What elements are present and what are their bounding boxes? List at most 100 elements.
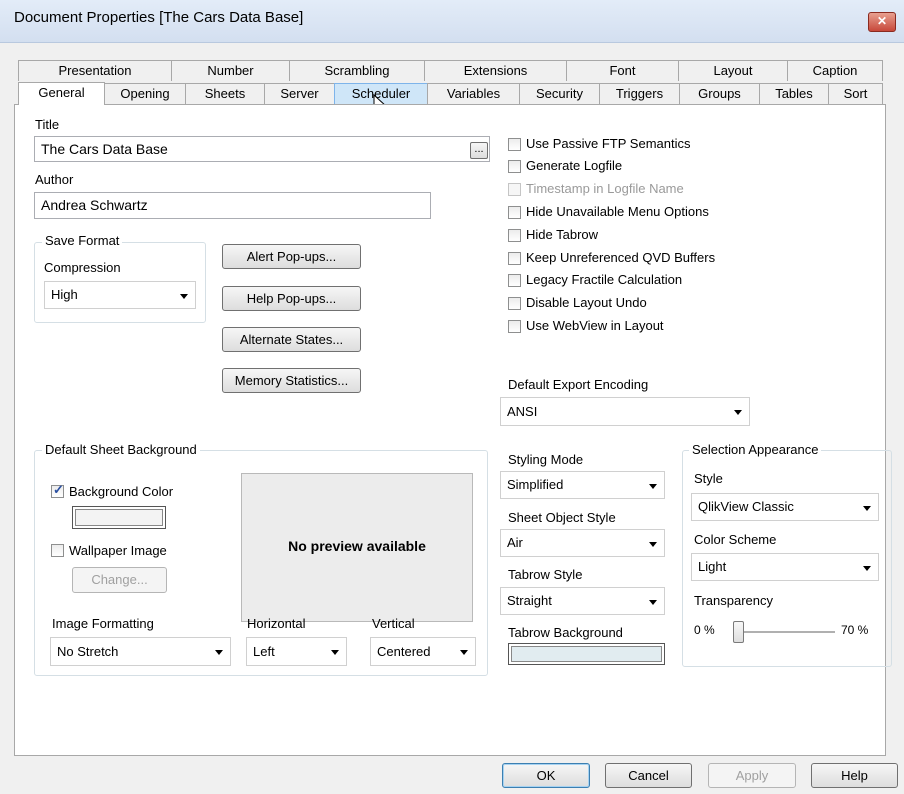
- help-popups-button[interactable]: Help Pop-ups...: [222, 286, 361, 311]
- tab-server[interactable]: Server: [264, 83, 335, 104]
- option-legacy-fractile-checkbox[interactable]: [508, 274, 521, 287]
- title-label: Title: [35, 117, 60, 132]
- option-hide-unavailable-menu-checkbox[interactable]: [508, 206, 521, 219]
- wallpaper-preview: No preview available: [241, 473, 473, 622]
- tab-extensions[interactable]: Extensions: [424, 60, 567, 81]
- alternate-states-button[interactable]: Alternate States...: [222, 327, 361, 352]
- transparency-slider-track[interactable]: [733, 631, 835, 634]
- option-disable-undo-checkbox[interactable]: [508, 297, 521, 310]
- author-field[interactable]: Andrea Schwartz: [34, 192, 431, 219]
- export-encoding-value: ANSI: [507, 404, 538, 419]
- styling-mode-label: Styling Mode: [508, 452, 584, 467]
- tab-tables[interactable]: Tables: [759, 83, 829, 104]
- transparency-label: Transparency: [694, 593, 773, 608]
- tabrow-background-label: Tabrow Background: [508, 625, 623, 640]
- wallpaper-image-label: Wallpaper Image: [69, 543, 167, 558]
- title-browse-button[interactable]: ...: [470, 142, 488, 159]
- transparency-slider-thumb[interactable]: [733, 621, 744, 643]
- option-legacy-fractile-label: Legacy Fractile Calculation: [526, 272, 683, 287]
- close-icon[interactable]: ✕: [868, 12, 896, 32]
- color-scheme-dropdown[interactable]: Light: [691, 553, 879, 581]
- option-generate-logfile-label: Generate Logfile: [526, 158, 623, 173]
- tab-font[interactable]: Font: [566, 60, 679, 81]
- general-tab-panel: Title The Cars Data Base ... Author Andr…: [14, 104, 892, 756]
- ok-button[interactable]: OK: [502, 763, 590, 788]
- cancel-button[interactable]: Cancel: [605, 763, 692, 788]
- tab-triggers[interactable]: Triggers: [599, 83, 680, 104]
- image-formatting-label: Image Formatting: [52, 616, 154, 631]
- checkmark-icon: ✓: [53, 482, 64, 497]
- export-encoding-dropdown[interactable]: ANSI: [500, 397, 750, 426]
- horizontal-label: Horizontal: [247, 616, 306, 631]
- background-color-label: Background Color: [69, 484, 174, 499]
- help-button[interactable]: Help: [811, 763, 898, 788]
- tab-number[interactable]: Number: [171, 60, 290, 81]
- compression-label: Compression: [44, 260, 121, 275]
- chevron-down-icon: [649, 542, 657, 547]
- option-hide-tabrow-checkbox[interactable]: [508, 229, 521, 242]
- change-wallpaper-button[interactable]: Change...: [72, 567, 167, 593]
- compression-dropdown[interactable]: High: [44, 281, 196, 309]
- tab-scrambling[interactable]: Scrambling: [289, 60, 425, 81]
- tab-groups[interactable]: Groups: [679, 83, 760, 104]
- chevron-down-icon: [863, 566, 871, 571]
- horizontal-value: Left: [253, 644, 275, 659]
- save-format-legend: Save Format: [42, 233, 123, 248]
- option-webview-label: Use WebView in Layout: [526, 318, 664, 333]
- chevron-down-icon: [649, 600, 657, 605]
- title-bar: Document Properties [The Cars Data Base]…: [0, 0, 904, 43]
- author-label: Author: [35, 172, 74, 187]
- transparency-max-label: 70 %: [841, 623, 869, 637]
- image-formatting-value: No Stretch: [57, 644, 119, 659]
- apply-button[interactable]: Apply: [708, 763, 796, 788]
- tab-sort[interactable]: Sort: [828, 83, 883, 104]
- tabrow-background-swatch[interactable]: [508, 643, 665, 665]
- document-properties-dialog: Document Properties [The Cars Data Base]…: [0, 0, 904, 794]
- tab-security[interactable]: Security: [519, 83, 600, 104]
- option-timestamp-logfile-checkbox[interactable]: [508, 183, 521, 196]
- title-field[interactable]: The Cars Data Base: [34, 136, 490, 162]
- selection-style-dropdown[interactable]: QlikView Classic: [691, 493, 879, 521]
- memory-statistics-button[interactable]: Memory Statistics...: [222, 368, 361, 393]
- option-webview-checkbox[interactable]: [508, 320, 521, 333]
- tab-opening[interactable]: Opening: [104, 83, 186, 104]
- vertical-dropdown[interactable]: Centered: [370, 637, 476, 666]
- chevron-down-icon: [460, 650, 468, 655]
- tab-general[interactable]: General: [18, 82, 105, 105]
- option-keep-qvd-label: Keep Unreferenced QVD Buffers: [526, 250, 716, 265]
- sheet-object-style-label: Sheet Object Style: [508, 510, 616, 525]
- sheet-object-style-value: Air: [507, 535, 523, 550]
- option-generate-logfile-checkbox[interactable]: [508, 160, 521, 173]
- wallpaper-image-checkbox[interactable]: [51, 544, 64, 557]
- tabrow-style-label: Tabrow Style: [508, 567, 583, 582]
- tab-variables[interactable]: Variables: [427, 83, 520, 104]
- chevron-down-icon: [180, 294, 188, 299]
- compression-value: High: [51, 287, 78, 302]
- tab-sheets[interactable]: Sheets: [185, 83, 265, 104]
- tabrow-style-dropdown[interactable]: Straight: [500, 587, 665, 615]
- option-disable-undo-label: Disable Layout Undo: [526, 295, 647, 310]
- styling-mode-dropdown[interactable]: Simplified: [500, 471, 665, 499]
- chevron-down-icon: [331, 650, 339, 655]
- selection-appearance-legend: Selection Appearance: [689, 442, 822, 457]
- vertical-value: Centered: [377, 644, 431, 659]
- tab-layout[interactable]: Layout: [678, 60, 788, 81]
- sheet-background-legend: Default Sheet Background: [42, 442, 200, 457]
- background-color-swatch[interactable]: [72, 506, 166, 529]
- tab-presentation[interactable]: Presentation: [18, 60, 172, 81]
- alert-popups-button[interactable]: Alert Pop-ups...: [222, 244, 361, 269]
- option-timestamp-logfile-label: Timestamp in Logfile Name: [526, 181, 684, 196]
- option-hide-tabrow-label: Hide Tabrow: [526, 227, 599, 242]
- tab-caption[interactable]: Caption: [787, 60, 883, 81]
- export-encoding-label: Default Export Encoding: [508, 377, 649, 392]
- option-keep-qvd-checkbox[interactable]: [508, 252, 521, 265]
- image-formatting-dropdown[interactable]: No Stretch: [50, 637, 231, 666]
- styling-mode-value: Simplified: [507, 477, 564, 492]
- horizontal-dropdown[interactable]: Left: [246, 637, 347, 666]
- sheet-object-style-dropdown[interactable]: Air: [500, 529, 665, 557]
- option-passive-ftp-label: Use Passive FTP Semantics: [526, 136, 691, 151]
- option-passive-ftp-checkbox[interactable]: [508, 138, 521, 151]
- selection-style-value: QlikView Classic: [698, 499, 794, 514]
- background-color-checkbox[interactable]: ✓: [51, 482, 64, 498]
- transparency-min-label: 0 %: [694, 623, 715, 637]
